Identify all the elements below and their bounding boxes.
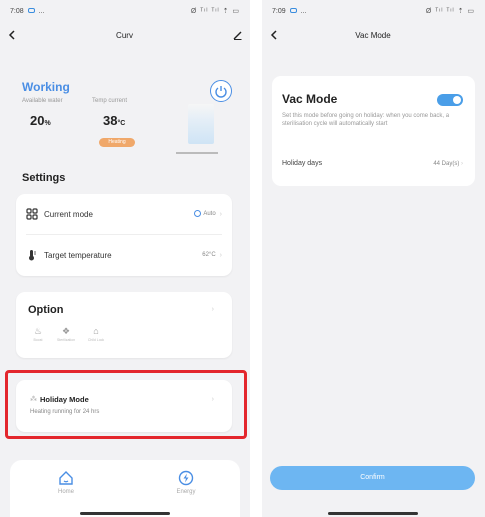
sterilization-icon: ❖: [61, 326, 71, 336]
back-arrow-icon[interactable]: [8, 30, 16, 40]
option-boost-label: Boost: [33, 338, 43, 342]
device-status-panel: Working Available water 20% Temp current…: [22, 80, 232, 160]
status-more-dots: ...: [38, 7, 45, 15]
option-sterilization[interactable]: ❖ Sterilization: [52, 325, 80, 342]
temp-current-label: Temp current: [92, 98, 128, 104]
chevron-right-icon: ›: [461, 161, 463, 167]
boost-icon: ♨: [33, 326, 43, 336]
tab-home[interactable]: Home: [36, 470, 96, 495]
status-time: 7:08: [10, 7, 24, 15]
status-bar: 7:09 ... Ø ᵀᶦˡ ᵀᶦˡ ⇡ ▭: [262, 0, 485, 22]
chevron-right-icon: ›: [211, 306, 214, 313]
right-phone-screen: 7:09 ... Ø ᵀᶦˡ ᵀᶦˡ ⇡ ▭ Vac Mode Vac Mode…: [262, 0, 485, 517]
temp-current-reading: 38°C: [103, 113, 125, 128]
tab-energy[interactable]: Energy: [156, 470, 216, 495]
nav-bar: Curv: [0, 22, 250, 48]
status-time: 7:09: [272, 7, 286, 15]
chevron-right-icon: ›: [219, 210, 222, 218]
available-water-label: Available water: [22, 98, 63, 104]
target-temperature-value: 62°C: [202, 252, 216, 258]
current-mode-value: Auto: [203, 211, 216, 218]
holiday-days-value-group[interactable]: 44 Day(s) ›: [433, 161, 463, 167]
tab-home-label: Home: [57, 489, 74, 495]
tab-energy-label: Energy: [176, 489, 196, 495]
option-title: Option: [28, 304, 64, 316]
power-button[interactable]: [210, 80, 232, 102]
target-temperature-row[interactable]: Target temperature 62°C ›: [16, 235, 232, 275]
status-more-dots: ...: [300, 7, 307, 15]
status-time-group: 7:09 ...: [272, 8, 306, 15]
energy-icon: [178, 470, 194, 486]
vac-mode-toggle[interactable]: [437, 94, 463, 106]
device-state-label: Working: [22, 80, 70, 94]
holiday-days-label[interactable]: Holiday days: [282, 160, 322, 167]
confirm-button[interactable]: Confirm: [270, 466, 475, 490]
highlight-box: [5, 370, 247, 439]
available-water-unit: %: [44, 120, 51, 127]
back-arrow-icon[interactable]: [270, 30, 278, 40]
home-indicator: [328, 512, 418, 515]
home-icon: [59, 471, 73, 485]
power-icon: [215, 86, 227, 98]
settings-card: Current mode Auto › Target temperature 6…: [16, 194, 232, 276]
app-notification-icon: [27, 8, 35, 14]
settings-heading: Settings: [22, 172, 66, 184]
heating-status-badge: Heating: [99, 138, 135, 147]
left-phone-screen: 7:08 ... Ø ᵀᶦˡ ᵀᶦˡ ⇡ ▭ Curv Working Avai…: [0, 0, 250, 517]
available-water-reading: 20%: [30, 113, 51, 128]
vac-mode-card: Vac Mode Set this mode before going on h…: [272, 76, 475, 186]
current-mode-row[interactable]: Current mode Auto ›: [16, 194, 232, 234]
grid-icon: [26, 208, 38, 220]
lock-icon: ⌂: [93, 326, 99, 336]
chevron-right-icon: ›: [219, 251, 222, 259]
temp-current-unit: °C: [117, 120, 126, 127]
app-notification-icon: [289, 8, 297, 14]
option-card[interactable]: Option › ♨ Boost ❖ Sterilization ⌂ Child…: [16, 292, 232, 358]
holiday-days-value: 44 Day(s): [433, 161, 460, 167]
current-mode-label: Current mode: [44, 209, 93, 219]
option-child-lock[interactable]: ⌂ Child Lock: [82, 325, 110, 342]
option-sterilization-label: Sterilization: [56, 338, 76, 342]
water-tank-base: [176, 152, 218, 154]
target-temperature-label: Target temperature: [44, 250, 112, 260]
edit-icon[interactable]: [233, 31, 242, 40]
status-bar: 7:08 ... Ø ᵀᶦˡ ᵀᶦˡ ⇡ ▭: [0, 0, 250, 22]
vac-mode-title: Vac Mode: [282, 92, 338, 106]
thermometer-icon: [29, 250, 36, 261]
vac-mode-description: Set this mode before going on holiday: w…: [282, 113, 450, 127]
status-time-group: 7:08 ...: [10, 8, 44, 15]
page-title: Curv: [116, 30, 133, 40]
nav-bar: Vac Mode: [262, 22, 485, 48]
temp-current-value: 38: [103, 113, 118, 128]
option-child-lock-label: Child Lock: [87, 338, 105, 342]
status-icons: Ø ᵀᶦˡ ᵀᶦˡ ⇡ ▭: [190, 8, 240, 15]
page-title: Vac Mode: [355, 30, 391, 40]
water-tank-image: [188, 104, 214, 144]
toggle-knob: [453, 96, 461, 104]
available-water-value: 20: [30, 113, 45, 128]
status-icons: Ø ᵀᶦˡ ᵀᶦˡ ⇡ ▭: [425, 8, 475, 15]
bottom-tab-bar: Home Energy: [10, 460, 240, 517]
auto-mode-icon: [194, 210, 202, 218]
option-boost[interactable]: ♨ Boost: [24, 325, 52, 342]
current-mode-value-group: Auto: [194, 210, 216, 218]
home-indicator: [80, 512, 170, 515]
